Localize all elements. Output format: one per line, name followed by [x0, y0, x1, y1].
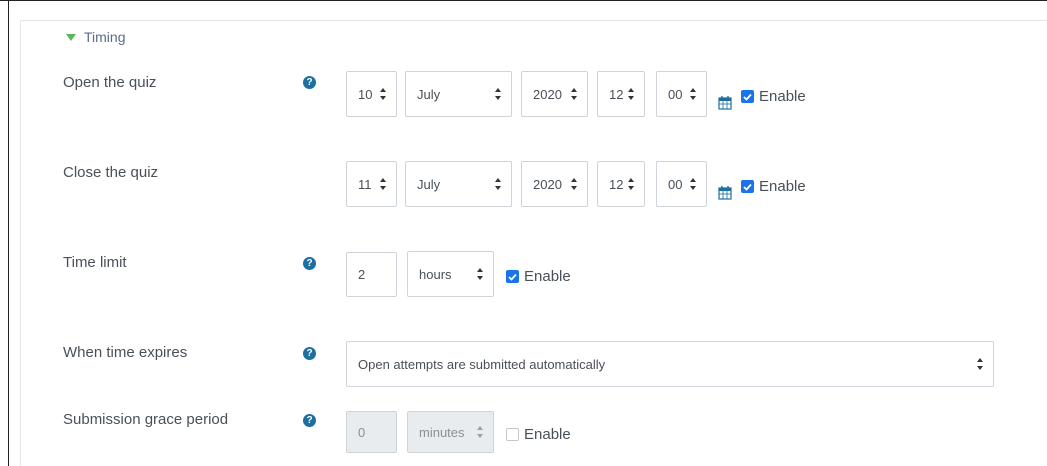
grace-period-label: Submission grace period [63, 411, 229, 428]
when-expires-select[interactable]: Open attempts are submitted automaticall… [346, 341, 994, 387]
checkmark-icon [508, 273, 517, 281]
close-quiz-label: Close the quiz [63, 164, 159, 181]
open-month-select[interactable]: July [405, 71, 512, 117]
close-day-select[interactable]: 11 [346, 161, 397, 207]
select-caret-icon [628, 178, 635, 190]
grace-period-unit-value: minutes [419, 424, 465, 440]
caret-down-icon [66, 33, 76, 41]
time-limit-value: 2 [358, 267, 366, 282]
fieldset-left-border [20, 20, 21, 466]
open-year-value: 2020 [533, 86, 562, 102]
open-day-value: 10 [358, 86, 373, 102]
select-caret-icon [690, 178, 697, 190]
grace-period-value: 0 [358, 424, 366, 440]
open-month-value: July [417, 86, 441, 102]
close-month-value: July [417, 176, 441, 192]
calendar-icon[interactable] [718, 95, 732, 110]
close-minute-select[interactable]: 00 [656, 161, 707, 207]
time-limit-label: Time limit [63, 254, 127, 271]
grace-period-enable-label: Enable [524, 426, 571, 443]
select-caret-icon [380, 88, 387, 100]
select-caret-icon [571, 178, 578, 190]
open-minute-value: 00 [668, 86, 683, 102]
when-expires-value: Open attempts are submitted automaticall… [358, 356, 606, 372]
help-icon[interactable]: ? [303, 76, 316, 89]
close-hour-select[interactable]: 12 [597, 161, 645, 207]
select-caret-icon [690, 88, 697, 100]
select-caret-icon [977, 358, 984, 370]
close-year-select[interactable]: 2020 [521, 161, 588, 207]
checkmark-icon [743, 93, 752, 101]
grace-period-enable-toggle[interactable]: Enable [506, 426, 571, 443]
open-minute-select[interactable]: 00 [656, 71, 707, 117]
window-top-border [0, 0, 1047, 1]
time-limit-unit-value: hours [419, 266, 452, 282]
select-caret-icon [571, 88, 578, 100]
open-hour-value: 12 [609, 86, 624, 102]
fieldset-top-border [20, 20, 1047, 21]
select-caret-icon [495, 88, 502, 100]
open-hour-select[interactable]: 12 [597, 71, 645, 117]
when-expires-label: When time expires [63, 344, 188, 361]
grace-period-input: 0 [346, 411, 397, 453]
select-caret-icon [628, 88, 635, 100]
time-limit-input[interactable]: 2 [346, 252, 397, 297]
close-year-value: 2020 [533, 176, 562, 192]
time-limit-enable-checkbox[interactable] [506, 270, 519, 283]
close-enable-checkbox[interactable] [741, 180, 754, 193]
help-icon[interactable]: ? [303, 414, 316, 427]
open-enable-checkbox[interactable] [741, 90, 754, 103]
close-day-value: 11 [358, 176, 372, 192]
open-enable-label: Enable [759, 88, 806, 105]
select-caret-icon [477, 268, 484, 280]
open-enable-toggle[interactable]: Enable [741, 88, 806, 105]
open-day-select[interactable]: 10 [346, 71, 397, 117]
timing-section-toggle[interactable]: Timing [66, 29, 126, 45]
close-enable-toggle[interactable]: Enable [741, 178, 806, 195]
select-caret-icon [380, 178, 387, 190]
time-limit-enable-label: Enable [524, 268, 571, 285]
grace-period-enable-checkbox[interactable] [506, 428, 519, 441]
close-hour-value: 12 [609, 176, 624, 192]
close-enable-label: Enable [759, 178, 806, 195]
checkmark-icon [743, 183, 752, 191]
grace-period-unit-select: minutes [407, 411, 494, 453]
close-minute-value: 00 [668, 176, 683, 192]
select-caret-icon [495, 178, 502, 190]
select-caret-icon [477, 426, 484, 438]
close-month-select[interactable]: July [405, 161, 512, 207]
window-left-border [8, 0, 9, 466]
section-title: Timing [84, 29, 126, 45]
open-quiz-label: Open the quiz [63, 74, 157, 91]
open-year-select[interactable]: 2020 [521, 71, 588, 117]
time-limit-enable-toggle[interactable]: Enable [506, 268, 571, 285]
time-limit-unit-select[interactable]: hours [407, 251, 494, 297]
help-icon[interactable]: ? [303, 257, 316, 270]
calendar-icon[interactable] [718, 185, 732, 200]
help-icon[interactable]: ? [303, 347, 316, 360]
